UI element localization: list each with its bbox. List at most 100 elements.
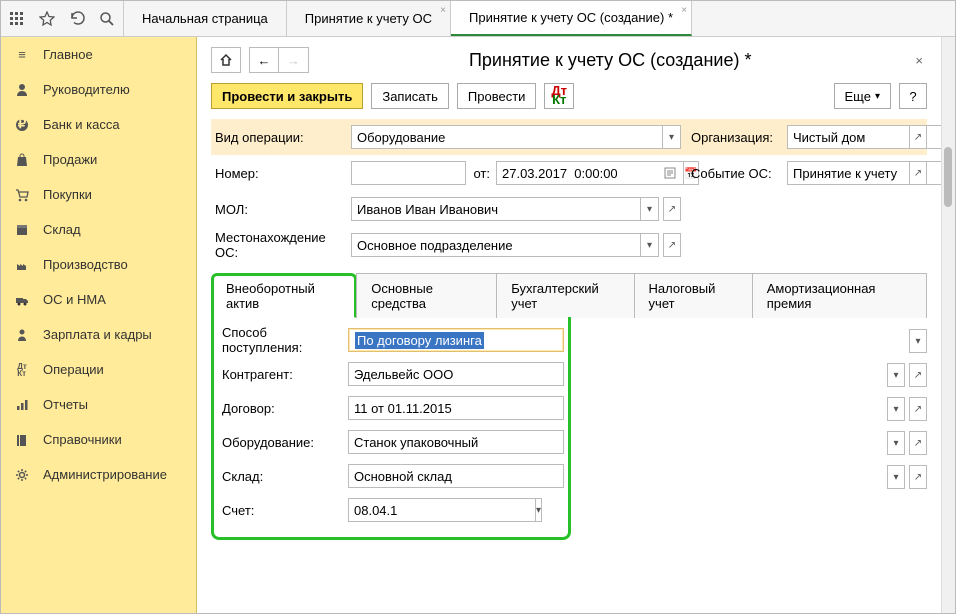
num-input[interactable] bbox=[351, 161, 466, 185]
person-icon bbox=[13, 326, 31, 344]
ot-label: от: bbox=[466, 166, 496, 181]
row-mol: МОЛ: ▾ ↗ bbox=[211, 191, 927, 227]
tab-amort[interactable]: Амортизационная премия bbox=[752, 273, 927, 318]
dropdown-icon[interactable]: ▾ bbox=[887, 465, 905, 489]
dropdown-icon[interactable]: ▾ bbox=[887, 363, 905, 387]
open-icon[interactable]: ↗ bbox=[909, 397, 927, 421]
tab-home[interactable]: Начальная страница bbox=[124, 1, 287, 36]
scrollbar[interactable] bbox=[941, 37, 955, 613]
sidebar-item-label: Операции bbox=[43, 362, 104, 377]
sidebar-item-salary[interactable]: Зарплата и кадры bbox=[1, 317, 196, 352]
sidebar-item-bank[interactable]: ₽Банк и касса bbox=[1, 107, 196, 142]
truck-icon bbox=[13, 291, 31, 309]
sidebar: ≡Главное Руководителю ₽Банк и касса Прод… bbox=[1, 37, 197, 613]
open-icon[interactable]: ↗ bbox=[663, 233, 681, 257]
row-location: Местонахождение ОС: ▾ ↗ bbox=[211, 227, 927, 263]
ruble-icon: ₽ bbox=[13, 116, 31, 134]
row-sklad: Склад: bbox=[218, 459, 564, 493]
row-sposob: Способ поступления: По договору лизинга bbox=[218, 323, 564, 357]
star-icon[interactable] bbox=[37, 9, 57, 29]
schet-label: Счет: bbox=[218, 503, 348, 518]
row-dogovor: Договор: bbox=[218, 391, 564, 425]
search-icon[interactable] bbox=[97, 9, 117, 29]
sidebar-item-main[interactable]: ≡Главное bbox=[1, 37, 196, 72]
book-icon bbox=[13, 431, 31, 449]
kontr-label: Контрагент: bbox=[218, 367, 348, 382]
bag-icon bbox=[13, 151, 31, 169]
dropdown-icon[interactable]: ▾ bbox=[887, 397, 905, 421]
kontr-input[interactable] bbox=[348, 362, 564, 386]
close-icon[interactable]: × bbox=[440, 5, 446, 16]
oborud-label: Оборудование: bbox=[218, 435, 348, 450]
schet-input[interactable] bbox=[348, 498, 536, 522]
sidebar-item-manager[interactable]: Руководителю bbox=[1, 72, 196, 107]
sklad-input[interactable] bbox=[348, 464, 564, 488]
post-button[interactable]: Провести bbox=[457, 83, 537, 109]
back-button[interactable]: ← bbox=[249, 47, 279, 73]
sidebar-item-reports[interactable]: Отчеты bbox=[1, 387, 196, 422]
tab-os-list[interactable]: Принятие к учету ОС× bbox=[287, 1, 451, 36]
sidebar-item-catalogs[interactable]: Справочники bbox=[1, 422, 196, 457]
sidebar-item-os-nma[interactable]: ОС и НМА bbox=[1, 282, 196, 317]
open-icon[interactable]: ↗ bbox=[909, 363, 927, 387]
history-icon[interactable] bbox=[67, 9, 87, 29]
sklad-label: Склад: bbox=[218, 469, 348, 484]
top-bar: Начальная страница Принятие к учету ОС× … bbox=[1, 1, 955, 37]
scroll-thumb[interactable] bbox=[944, 147, 952, 207]
dtkt-button[interactable]: ДтКт bbox=[544, 83, 574, 109]
dropdown-icon[interactable]: ▾ bbox=[641, 197, 659, 221]
sidebar-item-admin[interactable]: Администрирование bbox=[1, 457, 196, 492]
svg-text:₽: ₽ bbox=[18, 118, 27, 131]
sidebar-item-warehouse[interactable]: Склад bbox=[1, 212, 196, 247]
tab-nu[interactable]: Налоговый учет bbox=[634, 273, 753, 318]
row-vid-operacii: Вид операции: ▾ Организация: ▾ ↗ bbox=[211, 119, 927, 155]
dtkt-icon: ДтКт bbox=[13, 361, 31, 379]
oborud-input[interactable] bbox=[348, 430, 564, 454]
tab-os[interactable]: Основные средства bbox=[356, 273, 497, 318]
tab-bu[interactable]: Бухгалтерский учет bbox=[496, 273, 634, 318]
open-icon[interactable]: ↗ bbox=[909, 125, 927, 149]
event-label: Событие ОС: bbox=[681, 166, 787, 181]
sidebar-item-purchases[interactable]: Покупки bbox=[1, 177, 196, 212]
loc-input[interactable] bbox=[351, 233, 641, 257]
loc-label: Местонахождение ОС: bbox=[211, 230, 351, 260]
sidebar-item-label: Зарплата и кадры bbox=[43, 327, 152, 342]
more-button[interactable]: Еще bbox=[834, 83, 891, 109]
vid-input[interactable] bbox=[351, 125, 663, 149]
num-label: Номер: bbox=[211, 166, 351, 181]
user-icon bbox=[13, 81, 31, 99]
dropdown-icon[interactable]: ▾ bbox=[909, 329, 927, 353]
post-and-close-button[interactable]: Провести и закрыть bbox=[211, 83, 363, 109]
tab-label: Принятие к учету ОС (создание) * bbox=[469, 10, 673, 25]
sidebar-item-label: Продажи bbox=[43, 152, 97, 167]
sidebar-item-label: Администрирование bbox=[43, 467, 167, 482]
tab-os-create[interactable]: Принятие к учету ОС (создание) * × bbox=[451, 1, 692, 36]
close-button[interactable]: × bbox=[911, 49, 927, 72]
apps-icon[interactable] bbox=[7, 9, 27, 29]
cart-icon bbox=[13, 186, 31, 204]
dropdown-icon[interactable]: ▾ bbox=[641, 233, 659, 257]
open-icon[interactable]: ↗ bbox=[909, 431, 927, 455]
date-input[interactable] bbox=[496, 161, 684, 185]
open-icon[interactable]: ↗ bbox=[663, 197, 681, 221]
dropdown-icon[interactable]: ▾ bbox=[887, 431, 905, 455]
dropdown-icon[interactable]: ▾ bbox=[663, 125, 681, 149]
open-icon[interactable]: ↗ bbox=[909, 465, 927, 489]
forward-button[interactable]: → bbox=[279, 47, 309, 73]
dog-input[interactable] bbox=[348, 396, 564, 420]
box-icon bbox=[13, 221, 31, 239]
sposob-input[interactable]: По договору лизинга bbox=[350, 330, 562, 350]
dropdown-icon[interactable]: ▾ bbox=[536, 498, 542, 522]
mol-input[interactable] bbox=[351, 197, 641, 221]
home-button[interactable] bbox=[211, 47, 241, 73]
sidebar-item-sales[interactable]: Продажи bbox=[1, 142, 196, 177]
sidebar-item-production[interactable]: Производство bbox=[1, 247, 196, 282]
open-icon[interactable]: ↗ bbox=[909, 161, 927, 185]
page-title: Принятие к учету ОС (создание) * bbox=[317, 50, 903, 71]
save-button[interactable]: Записать bbox=[371, 83, 449, 109]
sidebar-item-operations[interactable]: ДтКт Операции bbox=[1, 352, 196, 387]
help-button[interactable]: ? bbox=[899, 83, 927, 109]
tab-asset[interactable]: Внеоборотный актив bbox=[211, 273, 357, 318]
close-icon[interactable]: × bbox=[681, 5, 687, 16]
toolbar: Провести и закрыть Записать Провести ДтК… bbox=[211, 83, 927, 109]
